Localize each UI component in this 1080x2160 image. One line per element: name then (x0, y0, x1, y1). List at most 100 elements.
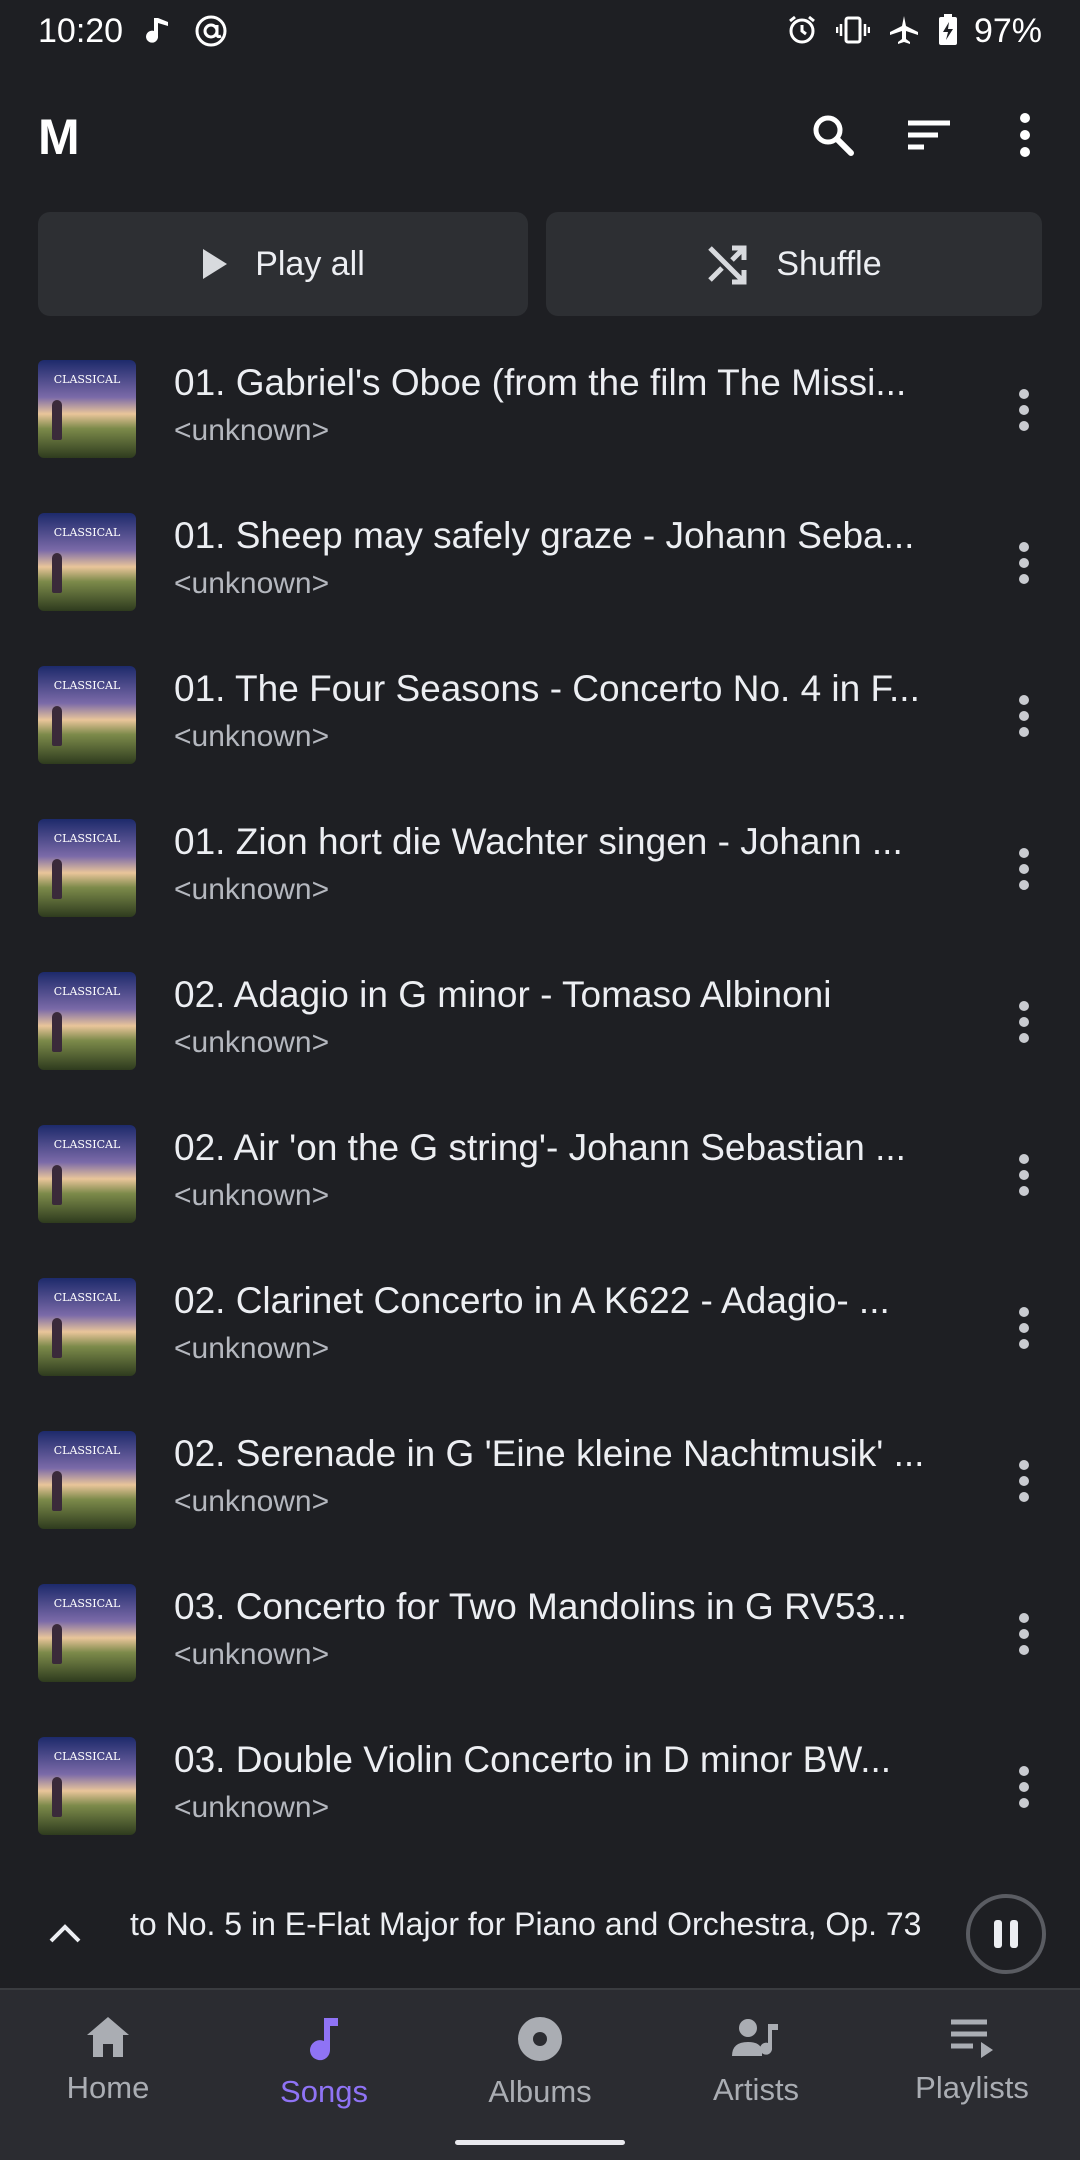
battery-charging-icon (938, 14, 958, 46)
home-icon (84, 2014, 132, 2060)
song-artist: <unknown> (174, 720, 330, 753)
nav-albums-label: Albums (488, 2074, 592, 2109)
more-vert-icon[interactable] (994, 1594, 1054, 1674)
song-row[interactable]: CLASSICAL 02. Serenade in G 'Eine kleine… (0, 1411, 1080, 1564)
gesture-bar (455, 2140, 625, 2145)
status-time: 10:20 (38, 12, 124, 50)
app-bar: M (0, 90, 1080, 180)
nav-home-label: Home (66, 2070, 150, 2105)
song-row[interactable]: CLASSICAL 02. Clarinet Concerto in A K62… (0, 1258, 1080, 1411)
disc-icon (515, 2014, 565, 2064)
alarm-icon (786, 14, 818, 46)
nav-playlists[interactable]: Playlists (864, 1990, 1080, 2160)
song-title: 01. Sheep may safely graze - Johann Seba… (174, 515, 915, 556)
more-vert-icon[interactable] (994, 1288, 1054, 1368)
bottom-navigation: Home Songs Albums Artists Playlists (0, 1990, 1080, 2160)
album-art: CLASSICAL (38, 1737, 136, 1835)
more-vert-icon[interactable] (994, 1441, 1054, 1521)
nav-artists-label: Artists (712, 2072, 800, 2107)
music-note-icon (146, 16, 172, 46)
nav-songs-label: Songs (280, 2074, 368, 2109)
album-art-text: CLASSICAL (53, 373, 121, 386)
album-art: CLASSICAL (38, 819, 136, 917)
song-title: 01. Gabriel's Oboe (from the film The Mi… (174, 362, 907, 403)
song-row[interactable]: CLASSICAL 03. Concerto for Two Mandolins… (0, 1564, 1080, 1717)
more-vert-icon[interactable] (994, 370, 1054, 450)
search-icon[interactable] (800, 102, 866, 168)
song-artist: <unknown> (174, 414, 330, 447)
song-row[interactable]: CLASSICAL 03. Double Violin Concerto in … (0, 1717, 1080, 1870)
album-art-text: CLASSICAL (53, 1597, 121, 1610)
mini-player[interactable]: to No. 5 in E-Flat Major for Piano and O… (0, 1880, 1080, 1990)
song-title: 03. Concerto for Two Mandolins in G RV53… (174, 1586, 907, 1627)
album-art-text: CLASSICAL (53, 526, 121, 539)
status-bar: 10:20 97% (0, 0, 1080, 66)
more-vert-icon[interactable] (994, 523, 1054, 603)
shuffle-icon (706, 242, 750, 286)
song-artist: <unknown> (174, 567, 330, 600)
album-art-text: CLASSICAL (53, 679, 121, 692)
nav-songs[interactable]: Songs (216, 1990, 432, 2160)
music-note-icon (304, 2014, 344, 2064)
album-art: CLASSICAL (38, 1278, 136, 1376)
song-artist: <unknown> (174, 1332, 330, 1365)
album-art: CLASSICAL (38, 1431, 136, 1529)
more-vert-icon[interactable] (994, 982, 1054, 1062)
song-artist: <unknown> (174, 1026, 330, 1059)
song-title: 02. Adagio in G minor - Tomaso Albinoni (174, 974, 832, 1015)
album-art-text: CLASSICAL (53, 1291, 121, 1304)
album-art-text: CLASSICAL (53, 832, 121, 845)
chevron-up-icon[interactable] (40, 1908, 90, 1958)
playlist-icon (947, 2014, 997, 2060)
song-title: 02. Serenade in G 'Eine kleine Nachtmusi… (174, 1433, 925, 1474)
song-title: 03. Double Violin Concerto in D minor BW… (174, 1739, 892, 1780)
album-art: CLASSICAL (38, 513, 136, 611)
play-all-button[interactable]: Play all (38, 212, 528, 316)
more-vert-icon[interactable] (994, 1747, 1054, 1827)
album-art: CLASSICAL (38, 360, 136, 458)
album-art: CLASSICAL (38, 1584, 136, 1682)
more-vert-icon[interactable] (994, 676, 1054, 756)
song-list: CLASSICAL 01. Gabriel's Oboe (from the f… (0, 340, 1080, 1870)
artist-icon (730, 2014, 782, 2062)
nav-artists[interactable]: Artists (648, 1990, 864, 2160)
shuffle-button[interactable]: Shuffle (546, 212, 1042, 316)
song-title: 01. Zion hort die Wachter singen - Johan… (174, 821, 903, 862)
nav-home[interactable]: Home (0, 1990, 216, 2160)
song-row[interactable]: CLASSICAL 02. Air 'on the G string'- Joh… (0, 1105, 1080, 1258)
song-artist: <unknown> (174, 873, 330, 906)
album-art-text: CLASSICAL (53, 1444, 121, 1457)
song-row[interactable]: CLASSICAL 01. Gabriel's Oboe (from the f… (0, 340, 1080, 493)
song-artist: <unknown> (174, 1485, 330, 1518)
album-art: CLASSICAL (38, 666, 136, 764)
battery-percentage: 97% (973, 12, 1042, 50)
app-logo: M (38, 109, 80, 165)
song-title: 01. The Four Seasons - Concerto No. 4 in… (174, 668, 920, 709)
album-art-text: CLASSICAL (53, 1750, 121, 1763)
nav-playlists-label: Playlists (915, 2070, 1029, 2105)
song-title: 02. Air 'on the G string'- Johann Sebast… (174, 1127, 906, 1168)
more-vert-icon[interactable] (992, 102, 1058, 168)
song-artist: <unknown> (174, 1791, 330, 1824)
airplane-icon (888, 14, 920, 46)
song-row[interactable]: CLASSICAL 01. Zion hort die Wachter sing… (0, 799, 1080, 952)
album-art: CLASSICAL (38, 1125, 136, 1223)
album-art-text: CLASSICAL (53, 1138, 121, 1151)
pause-button[interactable] (966, 1894, 1046, 1974)
song-title: 02. Clarinet Concerto in A K622 - Adagio… (174, 1280, 890, 1321)
album-art: CLASSICAL (38, 972, 136, 1070)
at-sign-icon (194, 14, 228, 48)
song-row[interactable]: CLASSICAL 01. The Four Seasons - Concert… (0, 646, 1080, 799)
nav-albums[interactable]: Albums (432, 1990, 648, 2160)
more-vert-icon[interactable] (994, 1135, 1054, 1215)
play-icon (201, 247, 229, 281)
sort-icon[interactable] (896, 102, 962, 168)
now-playing-title: to No. 5 in E-Flat Major for Piano and O… (130, 1906, 922, 1942)
song-artist: <unknown> (174, 1638, 330, 1671)
song-row[interactable]: CLASSICAL 02. Adagio in G minor - Tomaso… (0, 952, 1080, 1105)
song-row[interactable]: CLASSICAL 01. Sheep may safely graze - J… (0, 493, 1080, 646)
album-art-text: CLASSICAL (53, 985, 121, 998)
more-vert-icon[interactable] (994, 829, 1054, 909)
play-all-label: Play all (255, 244, 365, 283)
shuffle-label: Shuffle (776, 244, 882, 283)
